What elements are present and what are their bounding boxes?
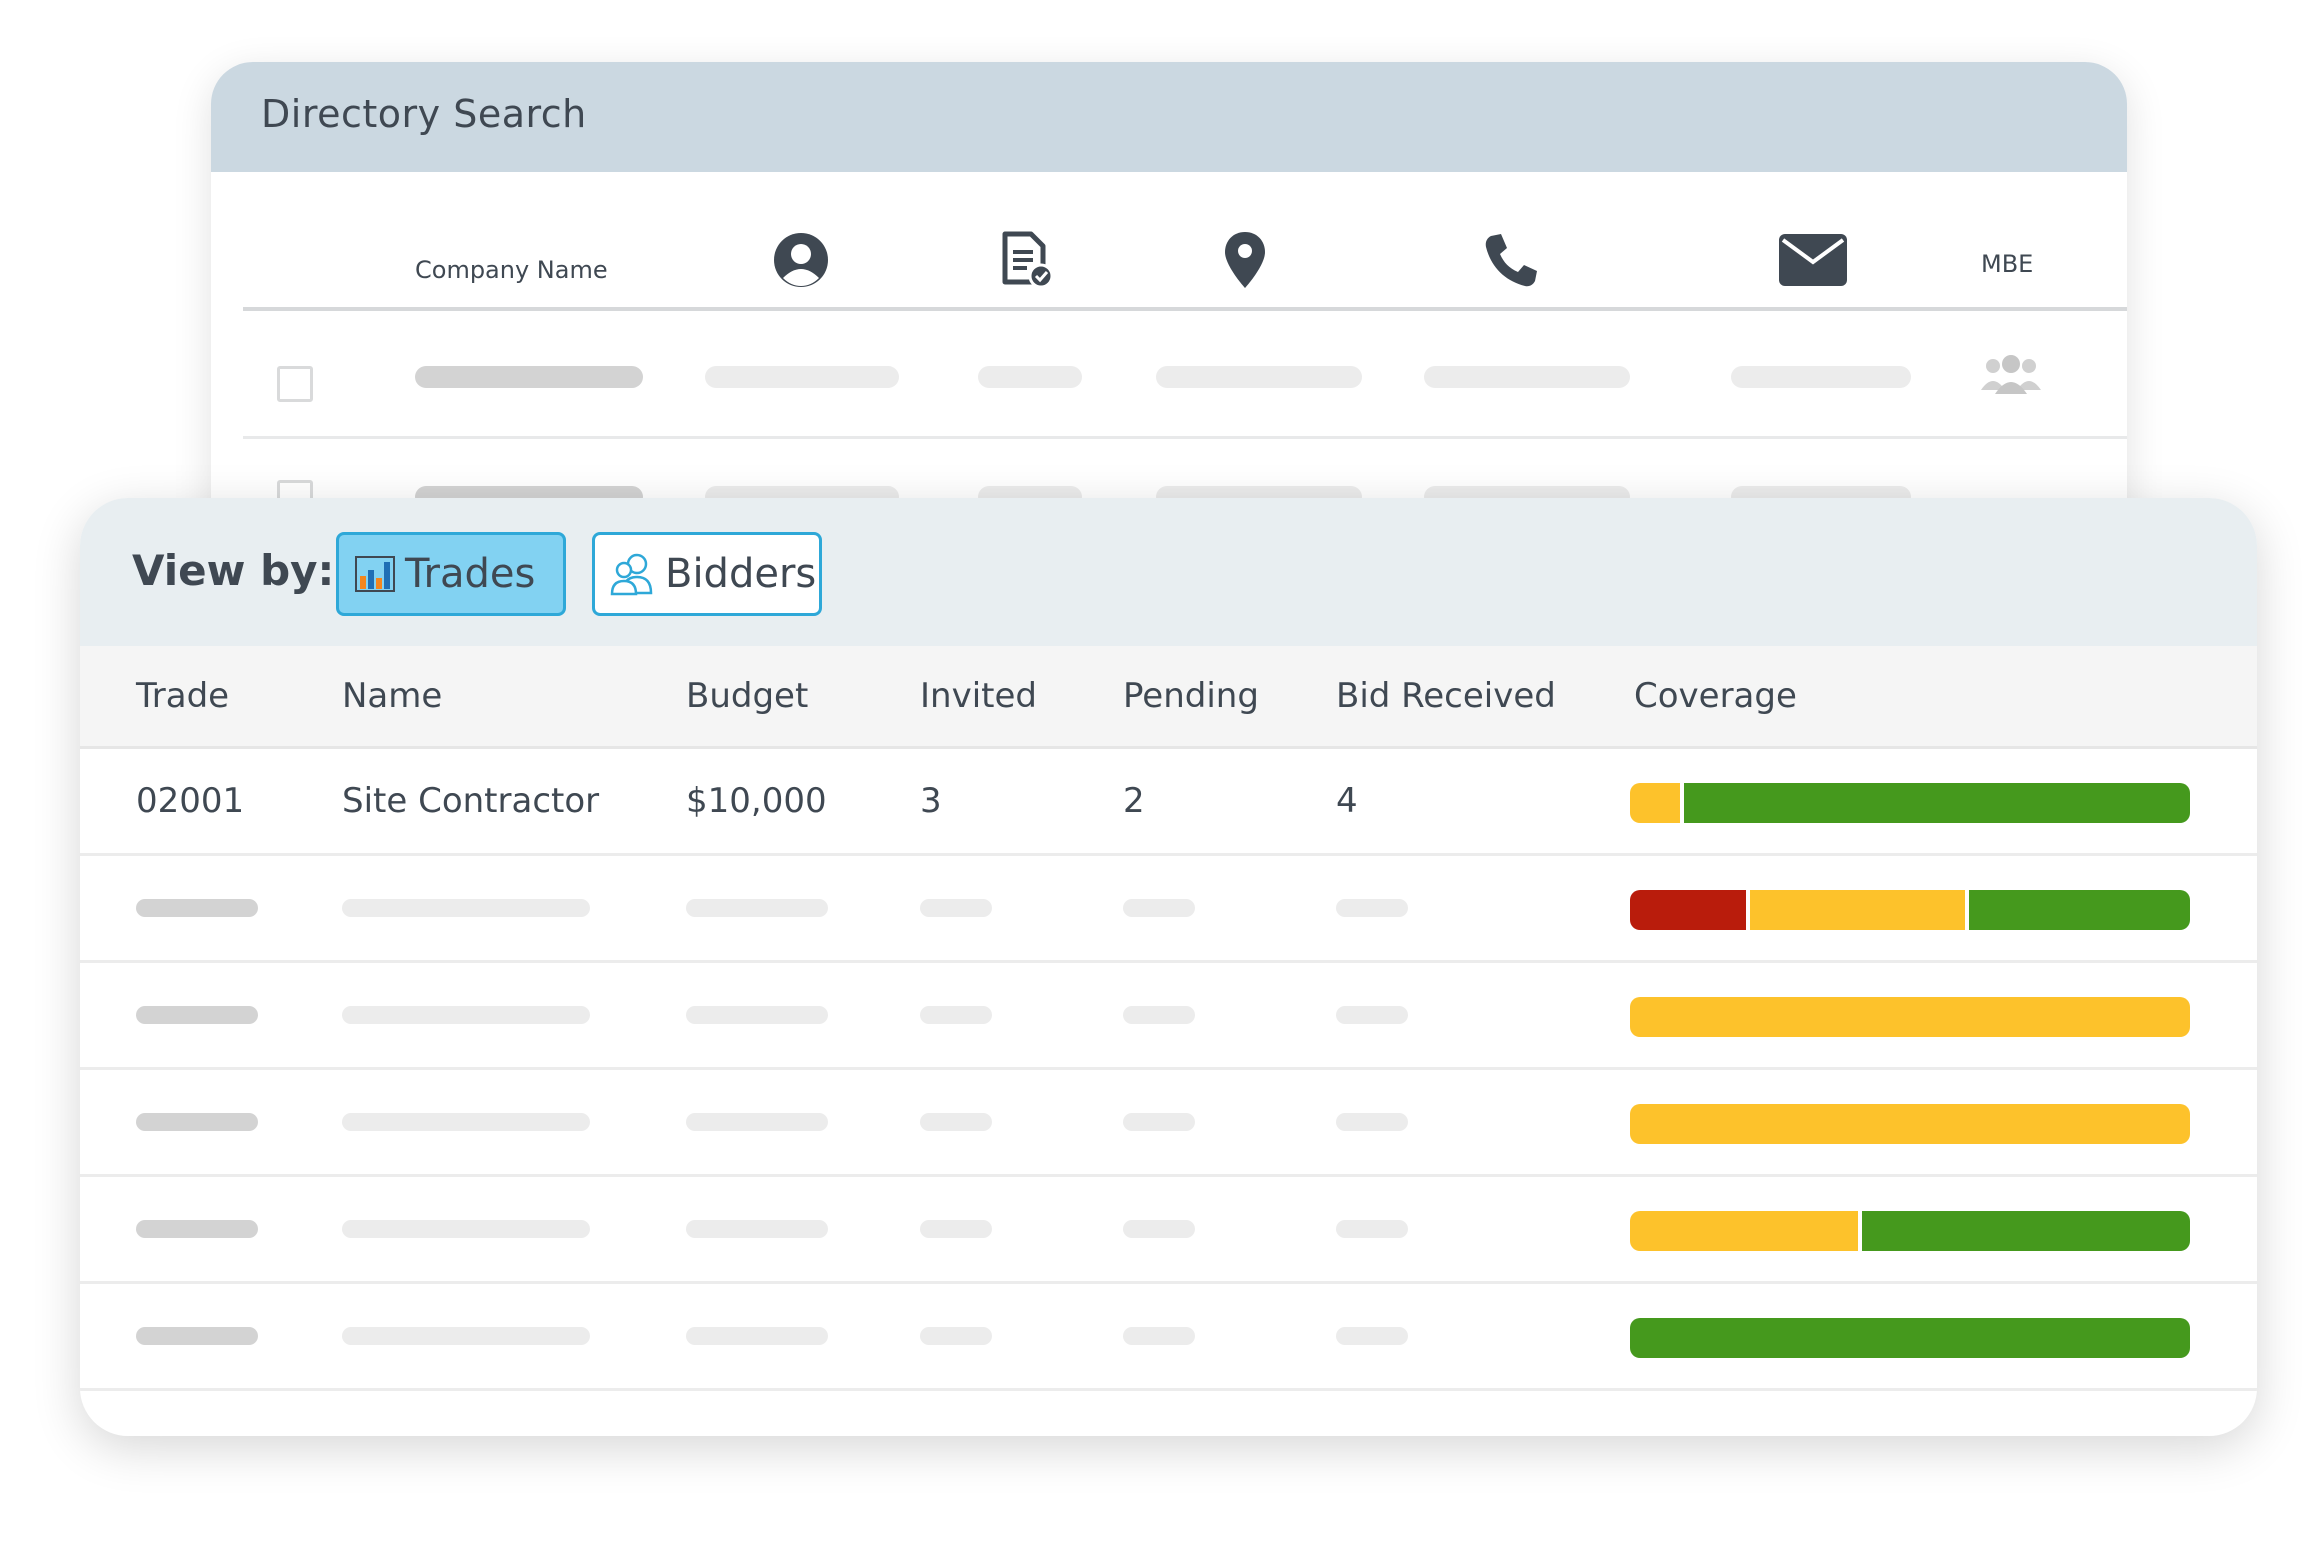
cell-bid-received: 4: [1336, 781, 1358, 821]
phone-icon: [1483, 232, 1539, 288]
placeholder-trade: [136, 1113, 258, 1131]
header-budget[interactable]: Budget: [686, 676, 808, 716]
coverage-bar: [1630, 997, 2190, 1037]
placeholder-budget: [686, 1113, 828, 1131]
header-bid-received[interactable]: Bid Received: [1336, 676, 1556, 716]
coverage-bar: [1630, 890, 2190, 930]
bidders-toggle-label: Bidders: [665, 551, 817, 597]
table-row[interactable]: [80, 1177, 2257, 1284]
header-invited[interactable]: Invited: [920, 676, 1037, 716]
placeholder-bid-received: [1336, 1220, 1408, 1238]
coverage-segment: [1630, 890, 1746, 930]
table-row[interactable]: [80, 1284, 2257, 1391]
coverage-segment: [1630, 997, 2190, 1037]
table-header-row: Trade Name Budget Invited Pending Bid Re…: [80, 646, 2257, 749]
directory-row-divider: [243, 436, 2127, 439]
placeholder-location: [1156, 366, 1362, 388]
trades-toggle-label: Trades: [405, 551, 536, 597]
coverage-bar: [1630, 1104, 2190, 1144]
placeholder-bid-received: [1336, 899, 1408, 917]
table-row[interactable]: [80, 856, 2257, 963]
table-row[interactable]: [80, 1070, 2257, 1177]
placeholder-budget: [686, 899, 828, 917]
cell-budget: $10,000: [686, 781, 827, 821]
coverage-segment: [1965, 890, 2190, 930]
placeholder-trade: [136, 899, 258, 917]
coverage-segment: [1857, 1211, 2190, 1251]
column-company-name: Company Name: [415, 256, 608, 284]
placeholder-invited: [920, 1006, 992, 1024]
coverage-segment: [1630, 1104, 2190, 1144]
view-by-toolbar: View by: Trades Bidders: [80, 498, 2257, 646]
placeholder-email: [1731, 366, 1911, 388]
placeholder-name: [342, 1220, 590, 1238]
cell-name: Site Contractor: [342, 781, 600, 821]
header-trade[interactable]: Trade: [136, 676, 229, 716]
placeholder-bid-received: [1336, 1327, 1408, 1345]
header-pending[interactable]: Pending: [1123, 676, 1259, 716]
view-by-label: View by:: [132, 546, 335, 595]
bidders-toggle-button[interactable]: Bidders: [592, 532, 822, 616]
coverage-segment: [1630, 1211, 1858, 1251]
coverage-bar: [1630, 1318, 2190, 1358]
placeholder-phone: [1424, 366, 1630, 388]
placeholder-name: [342, 1327, 590, 1345]
placeholder-trade: [136, 1006, 258, 1024]
placeholder-contact: [705, 366, 899, 388]
directory-header: Directory Search: [211, 62, 2127, 172]
placeholder-invited: [920, 899, 992, 917]
placeholder-budget: [686, 1327, 828, 1345]
coverage-segment: [1630, 783, 1681, 823]
placeholder-pending: [1123, 1113, 1195, 1131]
placeholder-trade: [136, 1327, 258, 1345]
location-pin-icon: [1223, 230, 1267, 290]
group-icon: [1979, 354, 2043, 400]
bar-chart-icon: [355, 556, 395, 592]
placeholder-bid-received: [1336, 1113, 1408, 1131]
directory-title: Directory Search: [261, 92, 587, 136]
coverage-segment: [1630, 1318, 2190, 1358]
placeholder-name: [342, 1006, 590, 1024]
document-check-icon: [1001, 230, 1053, 290]
users-icon: [609, 551, 655, 597]
directory-header-divider: [243, 307, 2127, 311]
envelope-icon: [1779, 234, 1847, 286]
placeholder-invited: [920, 1113, 992, 1131]
placeholder-name: [342, 899, 590, 917]
placeholder-pending: [1123, 1327, 1195, 1345]
person-icon: [773, 232, 829, 288]
placeholder-pending: [1123, 1220, 1195, 1238]
placeholder-trade: [136, 1220, 258, 1238]
coverage-segment: [1745, 890, 1966, 930]
placeholder-pending: [1123, 1006, 1195, 1024]
cell-pending: 2: [1123, 781, 1145, 821]
coverage-segment: [1680, 783, 2190, 823]
placeholder-invited: [920, 1327, 992, 1345]
placeholder-budget: [686, 1006, 828, 1024]
row-checkbox[interactable]: [277, 366, 313, 402]
coverage-bar: [1630, 1211, 2190, 1251]
placeholder-name: [342, 1113, 590, 1131]
trades-toggle-button[interactable]: Trades: [336, 532, 566, 616]
cell-trade: 02001: [136, 781, 245, 821]
cell-invited: 3: [920, 781, 942, 821]
header-name[interactable]: Name: [342, 676, 442, 716]
placeholder-document: [978, 366, 1082, 388]
placeholder-bid-received: [1336, 1006, 1408, 1024]
placeholder-pending: [1123, 899, 1195, 917]
header-coverage[interactable]: Coverage: [1634, 676, 1797, 716]
table-row[interactable]: [80, 963, 2257, 1070]
coverage-bar: [1630, 783, 2190, 823]
table-row[interactable]: 02001 Site Contractor $10,000 3 2 4: [80, 749, 2257, 856]
column-mbe: MBE: [1981, 250, 2034, 278]
trades-panel: View by: Trades Bidders Trade Name Budge…: [80, 498, 2257, 1436]
placeholder-budget: [686, 1220, 828, 1238]
placeholder-invited: [920, 1220, 992, 1238]
placeholder-company: [415, 366, 643, 388]
